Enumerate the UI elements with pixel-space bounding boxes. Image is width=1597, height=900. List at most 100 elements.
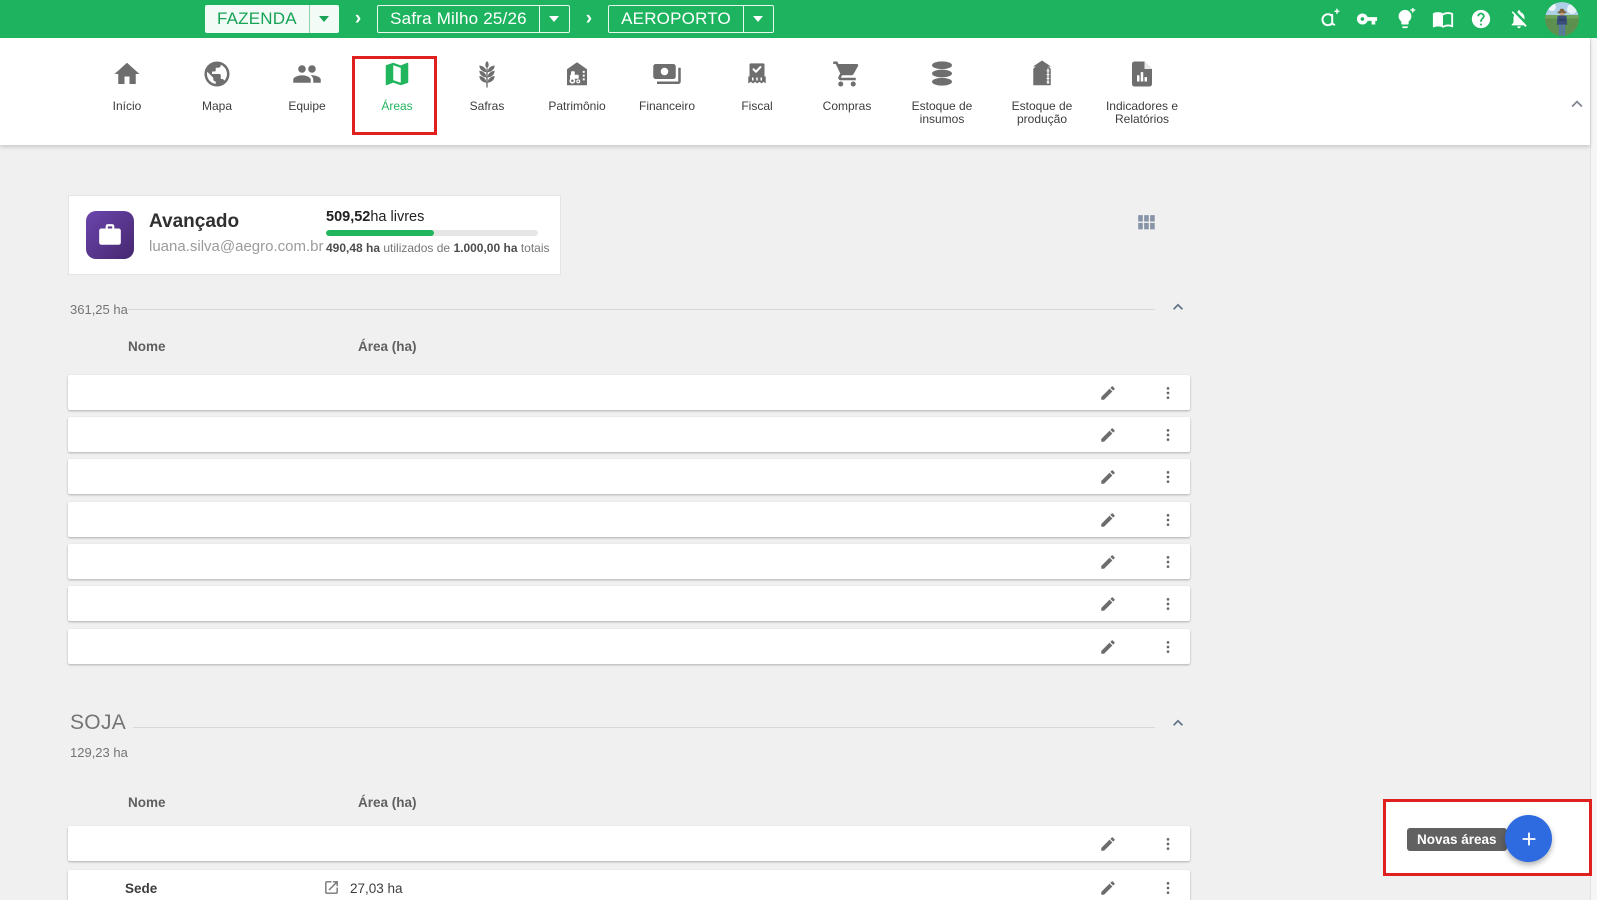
- nav-item-financeiro[interactable]: Financeiro: [622, 38, 712, 126]
- annotation-box-novas-areas: Novas áreas: [1383, 799, 1592, 876]
- column-header-area: Área (ha): [358, 795, 417, 810]
- scrollbar[interactable]: [1590, 38, 1597, 900]
- people-icon: [293, 65, 321, 83]
- more-options-kebab-icon[interactable]: [1160, 511, 1176, 529]
- more-options-kebab-icon[interactable]: [1160, 553, 1176, 571]
- more-options-kebab-icon[interactable]: [1160, 835, 1176, 853]
- more-options-kebab-icon[interactable]: [1160, 638, 1176, 656]
- globe-icon: [204, 61, 230, 87]
- table-row[interactable]: [68, 826, 1190, 861]
- nav-item-estoque-producao[interactable]: Estoque de produção: [992, 38, 1092, 126]
- plan-badge: [86, 211, 134, 259]
- field-selector[interactable]: AEROPORTO: [608, 5, 774, 33]
- fab-tooltip: Novas áreas: [1407, 828, 1507, 851]
- nav-item-patrimonio[interactable]: Patrimônio: [532, 38, 622, 126]
- section-2-total-area: 129,23 ha: [70, 745, 128, 760]
- edit-pencil-icon[interactable]: [1099, 835, 1117, 853]
- section-1-divider: [128, 309, 1155, 310]
- main-nav: Início Mapa Equipe Áreas Safras Patrimôn…: [0, 38, 1590, 145]
- edit-pencil-icon[interactable]: [1099, 511, 1117, 529]
- column-header-nome: Nome: [128, 339, 166, 354]
- table-row[interactable]: [68, 629, 1190, 664]
- plan-name: Avançado: [149, 211, 240, 232]
- briefcase-icon: [99, 224, 121, 245]
- nav-item-areas[interactable]: Áreas: [352, 38, 442, 126]
- cart-icon: [833, 61, 859, 87]
- more-options-kebab-icon[interactable]: [1160, 468, 1176, 486]
- section-1-total-area: 361,25 ha: [70, 302, 128, 317]
- table-row[interactable]: [68, 417, 1190, 452]
- edit-pencil-icon[interactable]: [1099, 384, 1117, 402]
- more-options-kebab-icon[interactable]: [1160, 426, 1176, 444]
- nav-item-indicadores[interactable]: Indicadores e Relatórios: [1092, 38, 1192, 126]
- open-area-launch-icon[interactable]: [323, 879, 341, 897]
- notifications-off-icon[interactable]: [1507, 8, 1530, 31]
- more-options-kebab-icon[interactable]: [1160, 879, 1176, 897]
- guide-book-icon[interactable]: [1431, 8, 1454, 31]
- edit-pencil-icon[interactable]: [1099, 879, 1117, 897]
- report-chart-icon: [1132, 61, 1152, 87]
- nav-item-compras[interactable]: Compras: [802, 38, 892, 126]
- more-options-kebab-icon[interactable]: [1160, 384, 1176, 402]
- nav-item-estoque-insumos[interactable]: Estoque de insumos: [892, 38, 992, 126]
- table-row[interactable]: [68, 502, 1190, 537]
- aegro-add-icon[interactable]: [1317, 8, 1340, 31]
- column-header-nome: Nome: [128, 795, 166, 810]
- add-area-fab[interactable]: [1505, 815, 1552, 862]
- edit-pencil-icon[interactable]: [1099, 553, 1117, 571]
- key-icon[interactable]: [1355, 8, 1378, 31]
- season-selector-label: Safra Milho 25/26: [390, 9, 527, 28]
- section-2-collapse-chevron-up-icon[interactable]: [1168, 713, 1188, 733]
- top-bar: FAZENDA › Safra Milho 25/26 › AEROPORTO: [0, 0, 1597, 38]
- nav-item-fiscal[interactable]: Fiscal: [712, 38, 802, 126]
- more-options-kebab-icon[interactable]: [1160, 595, 1176, 613]
- plan-card: Avançado luana.silva@aegro.com.br 509,52…: [68, 195, 561, 275]
- section-1-collapse-chevron-up-icon[interactable]: [1168, 297, 1188, 317]
- chevron-down-icon[interactable]: [538, 6, 569, 32]
- table-row[interactable]: [68, 586, 1190, 621]
- barn-tractor-icon: [567, 62, 587, 86]
- content-area: Avançado luana.silva@aegro.com.br 509,52…: [0, 145, 1590, 900]
- nav-item-mapa[interactable]: Mapa: [172, 38, 262, 126]
- breadcrumb-separator-icon: ›: [585, 8, 593, 29]
- plan-usage: 509,52ha livres 490,48 ha utilizados de …: [326, 209, 550, 255]
- wheat-icon: [479, 61, 495, 88]
- usage-caption: 490,48 ha utilizados de 1.000,00 ha tota…: [326, 241, 550, 255]
- folded-map-icon: [385, 62, 409, 86]
- plan-user-email: luana.silva@aegro.com.br: [149, 238, 324, 255]
- breadcrumb-separator-icon: ›: [354, 8, 362, 29]
- plus-icon: [1522, 832, 1535, 845]
- table-row[interactable]: [68, 544, 1190, 579]
- section-2-divider: [133, 727, 1155, 728]
- nav-item-equipe[interactable]: Equipe: [262, 38, 352, 126]
- table-row[interactable]: [68, 375, 1190, 410]
- avatar[interactable]: [1545, 2, 1579, 36]
- topbar-actions: [1317, 0, 1579, 38]
- receipt-check-icon: [748, 63, 766, 84]
- idea-bulb-icon[interactable]: [1393, 8, 1416, 31]
- season-selector[interactable]: Safra Milho 25/26: [377, 5, 570, 33]
- grid-view-icon[interactable]: [1135, 211, 1157, 233]
- table-row-sede[interactable]: Sede 27,03 ha: [68, 870, 1190, 900]
- chevron-down-icon[interactable]: [308, 5, 339, 33]
- edit-pencil-icon[interactable]: [1099, 595, 1117, 613]
- nav-item-inicio[interactable]: Início: [82, 38, 172, 126]
- nav-item-safras[interactable]: Safras: [442, 38, 532, 126]
- edit-pencil-icon[interactable]: [1099, 638, 1117, 656]
- section-2-title: SOJA: [70, 711, 127, 734]
- banknote-icon: [653, 64, 681, 84]
- edit-pencil-icon[interactable]: [1099, 426, 1117, 444]
- edit-pencil-icon[interactable]: [1099, 468, 1117, 486]
- farm-selector-label: FAZENDA: [217, 9, 297, 28]
- chevron-down-icon[interactable]: [742, 6, 773, 32]
- plan-progress-fill: [326, 230, 435, 236]
- help-icon[interactable]: [1469, 8, 1492, 31]
- free-hectares: 509,52ha livres: [326, 209, 425, 225]
- collapse-nav-chevron-up-icon[interactable]: [1566, 93, 1588, 115]
- home-icon: [114, 62, 140, 84]
- table-row[interactable]: [68, 459, 1190, 494]
- column-header-area: Área (ha): [358, 339, 417, 354]
- stacked-discs-icon: [932, 61, 952, 86]
- farm-selector[interactable]: FAZENDA: [205, 5, 339, 33]
- silo-icon: [1033, 60, 1051, 86]
